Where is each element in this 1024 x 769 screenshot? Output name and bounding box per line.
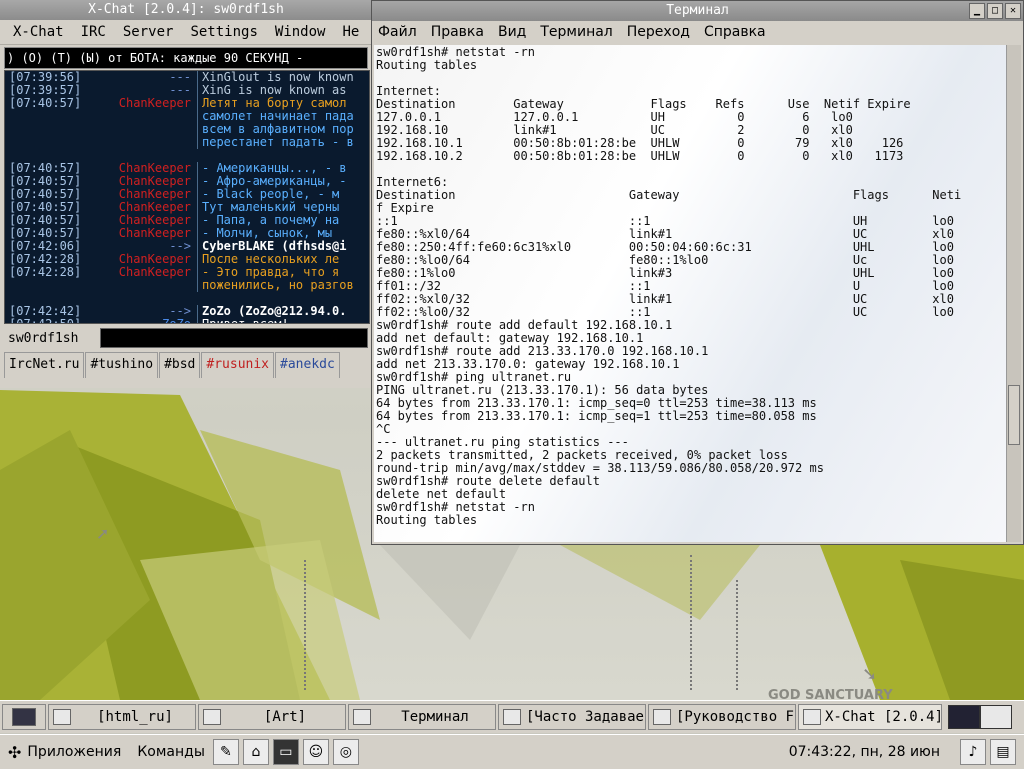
timestamp (5, 136, 105, 149)
message-text: перестанет падать - в (202, 135, 354, 149)
timestamp: [07:42:28] (9, 265, 82, 279)
bottom-panel: ✣ Приложения Команды ✎ ⌂ ▭ ☺ ◎ 07:43:22,… (0, 734, 1024, 769)
menu-xchat[interactable]: X-Chat (13, 24, 64, 40)
task-button[interactable]: X-Chat [2.0.4] (798, 704, 942, 730)
channel-tabs: IrcNet.ru #tushino #bsd #rusunix #anekdc (4, 352, 341, 378)
channel-tab[interactable]: #bsd (159, 352, 201, 378)
channel-tab[interactable]: IrcNet.ru (4, 352, 85, 378)
task-button[interactable]: [Руководство F (648, 704, 796, 730)
actions-menu[interactable]: Команды (137, 744, 205, 760)
minimize-icon[interactable]: ▁ (969, 3, 985, 19)
channel-tab[interactable]: #rusunix (201, 352, 275, 378)
message-text: Привет всем! (202, 317, 289, 324)
message-input[interactable] (100, 328, 368, 348)
scrollbar-thumb[interactable] (1008, 385, 1020, 445)
timestamp (5, 279, 105, 292)
terminal-icon[interactable]: ▭ (272, 739, 299, 765)
message-text: поженились, но разгов (202, 278, 354, 292)
channel-tab[interactable]: #anekdc (275, 352, 340, 378)
home-icon[interactable]: ⌂ (242, 739, 269, 765)
task-label: [Art] (263, 709, 307, 725)
task-button[interactable]: Терминал (348, 704, 496, 730)
window-buttons: ▁ □ ✕ (969, 3, 1021, 19)
browser-icon (653, 709, 671, 725)
chat-log[interactable]: [07:39:56] --- XinGlout is now known [07:39… (4, 70, 370, 324)
task-button[interactable]: [Art] (198, 704, 346, 730)
task-label: [Часто Задавае (525, 709, 644, 725)
task-button[interactable]: [html_ru] (48, 704, 196, 730)
show-desktop-button[interactable] (2, 704, 46, 730)
task-button[interactable]: [Часто Задавае (498, 704, 646, 730)
terminal-screen[interactable]: sw0rdf1sh# netstat -rn Routing tables In… (374, 45, 1008, 542)
menu-terminal[interactable]: Терминал (540, 24, 612, 40)
messenger-icon[interactable]: ☺ (302, 739, 329, 765)
nick[interactable]: ChanKeeper (105, 97, 197, 110)
arrow-mark-icon: ➚ (96, 524, 110, 543)
terminal-icon (353, 709, 371, 725)
arrow-mark-icon: ➘ (862, 664, 878, 685)
xchat-menubar: X-Chat IRC Server Settings Window He (0, 20, 372, 45)
applications-menu[interactable]: Приложения (27, 744, 121, 760)
maximize-icon[interactable]: □ (987, 3, 1003, 19)
nick[interactable] (105, 110, 197, 123)
menu-view[interactable]: Вид (498, 24, 526, 40)
nick[interactable] (105, 279, 197, 292)
folder-icon (203, 709, 221, 725)
task-label: Терминал (401, 709, 469, 725)
menu-help[interactable]: Справка (704, 24, 766, 40)
menu-go[interactable]: Переход (627, 24, 690, 40)
xchat-icon (803, 709, 821, 725)
xchat-titlebar[interactable]: X-Chat [2.0.4]: sw0rdf1sh (0, 0, 372, 20)
channel-topic[interactable]: ) (O) (T) (Ы) от БОТА: каждые 90 СЕКУНД … (4, 47, 368, 69)
menu-file[interactable]: Файл (378, 24, 417, 40)
clock[interactable]: 07:43:22, пн, 28 июн (789, 744, 940, 760)
menu-window[interactable]: Window (275, 24, 326, 40)
workspace-2[interactable] (980, 705, 1012, 729)
channel-tab[interactable]: #tushino (85, 352, 159, 378)
terminal-menubar: Файл Правка Вид Терминал Переход Справка (372, 21, 1023, 43)
nick-label[interactable]: sw0rdf1sh (4, 331, 100, 346)
menu-settings[interactable]: Settings (190, 24, 257, 40)
close-icon[interactable]: ✕ (1005, 3, 1021, 19)
task-label: [Руководство F (675, 709, 794, 725)
chat-line: [07:42:50] ZoZo Привет всем! (5, 317, 369, 324)
workspace-pager (948, 705, 1012, 729)
notification-icon[interactable]: ▤ (990, 739, 1016, 765)
terminal-window: Терминал ▁ □ ✕ Файл Правка Вид Терминал … (371, 0, 1024, 545)
browser-icon (503, 709, 521, 725)
nick[interactable] (105, 123, 197, 136)
workspace-1[interactable] (948, 705, 980, 729)
terminal-scrollbar[interactable] (1006, 45, 1021, 542)
terminal-title: Терминал (666, 3, 729, 18)
task-label: X-Chat [2.0.4] (825, 709, 942, 725)
input-row: sw0rdf1sh (4, 327, 368, 349)
nick[interactable]: ChanKeeper (105, 266, 197, 279)
timestamp: [07:40:57] (9, 96, 82, 110)
chat-line: поженились, но разгов (5, 279, 369, 292)
nick[interactable]: ZoZo (105, 318, 197, 324)
chat-line: перестанет падать - в (5, 136, 369, 149)
nick[interactable] (105, 136, 197, 149)
edit-icon[interactable]: ✎ (212, 739, 239, 765)
folder-icon (53, 709, 71, 725)
browser-icon[interactable]: ◎ (332, 739, 359, 765)
terminal-titlebar[interactable]: Терминал ▁ □ ✕ (372, 1, 1023, 21)
terminal-output: sw0rdf1sh# netstat -rn Routing tables In… (376, 45, 962, 527)
volume-muted-icon[interactable]: ♪ (960, 739, 986, 765)
menu-help[interactable]: He (342, 24, 359, 40)
timestamp: [07:42:50] (9, 317, 82, 324)
menu-edit[interactable]: Правка (431, 24, 484, 40)
wallpaper-logo: GOD SANCTUARY (768, 688, 893, 700)
task-label: [html_ru] (97, 709, 173, 725)
taskbar: [html_ru] [Art] Терминал [Часто Задавае [Рук… (0, 700, 1024, 733)
task-list: [html_ru] [Art] Терминал [Часто Задавае [Рук… (48, 704, 944, 730)
show-desktop-icon (12, 708, 36, 726)
menu-server[interactable]: Server (123, 24, 174, 40)
xchat-window: X-Chat [2.0.4]: sw0rdf1sh X-Chat IRC Ser… (0, 0, 373, 388)
menu-irc[interactable]: IRC (81, 24, 106, 40)
gnome-foot-icon[interactable]: ✣ (8, 743, 21, 762)
timestamp (5, 123, 105, 136)
timestamp (5, 110, 105, 123)
